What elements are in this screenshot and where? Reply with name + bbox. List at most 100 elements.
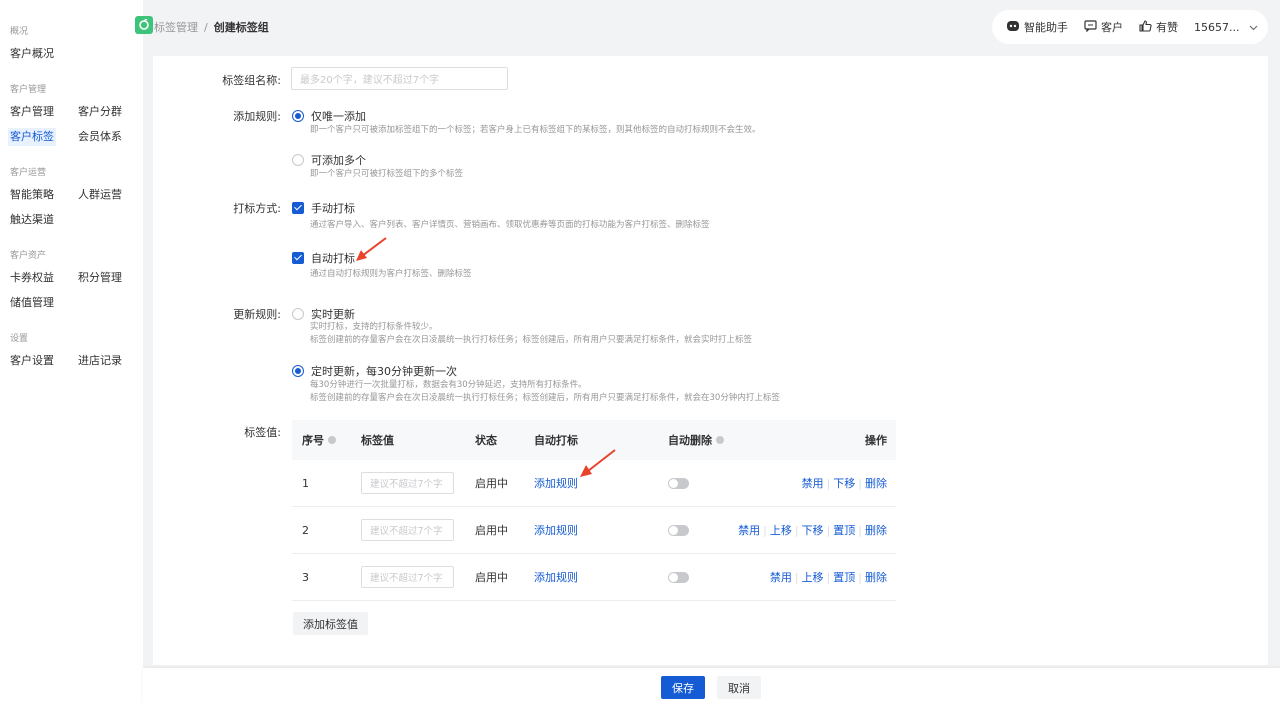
chat-icon [1084, 19, 1097, 35]
action-divider: | [763, 523, 767, 537]
radio-unchecked-icon [292, 308, 304, 320]
update-rule-label: 更新规则: [233, 308, 281, 321]
sidebar-item-membership[interactable]: 会员体系 [76, 128, 124, 146]
move-down-link[interactable]: 下移 [833, 475, 855, 491]
tag-group-name-input[interactable]: 最多20个字，建议不超过7个字 [291, 67, 508, 90]
column-auto-tag: 自动打标 [534, 434, 578, 447]
sidebar-item-audience-operations[interactable]: 人群运营 [76, 186, 124, 204]
sidebar-item-coupons[interactable]: 卡券权益 [8, 269, 56, 287]
add-rule-link[interactable]: 添加规则 [534, 522, 578, 538]
sidebar-item-customer-management[interactable]: 客户管理 [8, 103, 56, 121]
sidebar-item-store-visits[interactable]: 进店记录 [76, 352, 124, 370]
add-rule-multiple-hint: 即一个客户只可被打标签组下的多个标签 [310, 169, 464, 179]
manual-tag-label: 手动打标 [311, 202, 355, 215]
checkbox-checked-icon [292, 202, 304, 214]
auto-delete-switch[interactable] [668, 571, 689, 583]
action-divider: | [858, 570, 862, 584]
sidebar-group-overview: 概况 [10, 27, 29, 37]
breadcrumb-parent-link[interactable]: 标签管理 [154, 21, 198, 34]
auto-tag-checkbox[interactable]: 自动打标 [292, 250, 355, 266]
add-rule-unique-radio[interactable]: 仅唯一添加 [292, 108, 366, 124]
auto-delete-switch[interactable] [668, 477, 689, 489]
manual-tag-hint: 通过客户导入、客户列表、客户详情页、营销画布、领取优惠券等页面的打标功能为客户打… [310, 220, 710, 230]
app-logo-icon [135, 16, 153, 34]
action-divider: | [794, 570, 799, 584]
move-down-link[interactable]: 下移 [802, 522, 824, 538]
account-label: 15657... [1194, 20, 1240, 34]
realtime-update-label: 实时更新 [311, 308, 355, 321]
delete-link[interactable]: 删除 [865, 522, 887, 538]
sidebar-item-customer-tags[interactable]: 客户标签 [8, 128, 56, 146]
radio-checked-icon [292, 110, 304, 122]
tag-value-cell: 建议不超过7个字 [361, 507, 454, 553]
pin-top-link[interactable]: 置顶 [833, 522, 855, 538]
sidebar-item-reach-channels[interactable]: 触达渠道 [8, 211, 56, 229]
youzan-button[interactable]: 有赞 [1139, 19, 1178, 35]
auto-delete-switch[interactable] [668, 524, 689, 536]
add-tag-value-button[interactable]: 添加标签值 [293, 612, 368, 635]
manual-tag-checkbox[interactable]: 手动打标 [292, 200, 355, 216]
smart-assistant-button[interactable]: 智能助手 [1006, 19, 1068, 35]
table-row: 3 建议不超过7个字 启用中 添加规则 禁用 | 上移 | 置顶 | 删除 [292, 554, 896, 601]
sidebar-item-customer-overview[interactable]: 客户概况 [8, 45, 56, 63]
disable-link[interactable]: 禁用 [770, 569, 792, 585]
add-rule-link[interactable]: 添加规则 [534, 475, 578, 491]
sidebar-item-smart-strategy[interactable]: 智能策略 [8, 186, 56, 204]
scheduled-update-hint-2: 标签创建前的存量客户会在次日凌晨统一执行打标任务；标签创建后，所有用户只要满足打… [310, 393, 780, 403]
chevron-down-icon [1249, 21, 1258, 34]
realtime-update-hint-2: 标签创建前的存量客户会在次日凌晨统一执行打标任务；标签创建后，所有用户只要满足打… [310, 335, 753, 345]
move-up-link[interactable]: 上移 [770, 522, 792, 538]
disable-link[interactable]: 禁用 [738, 522, 760, 538]
delete-link[interactable]: 删除 [865, 475, 887, 491]
move-up-link[interactable]: 上移 [802, 569, 824, 585]
info-icon[interactable] [716, 436, 724, 444]
footer-bar [143, 668, 1280, 704]
radio-checked-icon [292, 365, 304, 377]
sidebar-group-customer-management: 客户管理 [10, 85, 47, 95]
sidebar-group-customer-operations: 客户运营 [10, 168, 47, 178]
tag-value-placeholder: 建议不超过7个字 [370, 526, 443, 537]
save-button[interactable]: 保存 [661, 676, 705, 699]
customer-service-label: 客户 [1101, 21, 1123, 34]
add-rule-multiple-label: 可添加多个 [311, 154, 366, 167]
robot-icon [1006, 20, 1020, 35]
header-toolbar: 智能助手 客户 有赞 15657... [992, 10, 1268, 44]
sidebar-item-stored-value[interactable]: 储值管理 [8, 294, 56, 312]
tag-values-label: 标签值: [244, 426, 281, 439]
customer-service-button[interactable]: 客户 [1084, 19, 1123, 35]
status-text: 启用中 [475, 571, 508, 584]
smart-assistant-label: 智能助手 [1024, 21, 1068, 34]
annotation-arrow-icon [356, 237, 387, 261]
row-index: 1 [302, 476, 309, 490]
sidebar-group-customer-assets: 客户资产 [10, 251, 47, 261]
cancel-button[interactable]: 取消 [717, 676, 761, 699]
add-rule-multiple-radio[interactable]: 可添加多个 [292, 152, 366, 168]
column-auto-delete: 自动删除 [668, 420, 724, 460]
sidebar-group-settings: 设置 [10, 334, 29, 344]
add-rule-label: 添加规则: [233, 110, 281, 123]
radio-unchecked-icon [292, 154, 304, 166]
add-rule-link[interactable]: 添加规则 [534, 569, 578, 585]
sidebar-item-points[interactable]: 积分管理 [76, 269, 124, 287]
action-divider: | [826, 570, 831, 584]
account-menu[interactable]: 15657... [1194, 21, 1258, 34]
info-icon[interactable] [328, 436, 336, 444]
column-index-label: 序号 [302, 434, 324, 447]
action-divider: | [858, 476, 862, 490]
realtime-update-radio[interactable]: 实时更新 [292, 306, 355, 322]
tag-value-input[interactable]: 建议不超过7个字 [361, 519, 454, 541]
row-index: 3 [302, 570, 309, 584]
scheduled-update-radio[interactable]: 定时更新，每30分钟更新一次 [292, 363, 457, 379]
tag-value-input[interactable]: 建议不超过7个字 [361, 472, 454, 494]
sidebar-item-customer-settings[interactable]: 客户设置 [8, 352, 56, 370]
tag-group-name-placeholder: 最多20个字，建议不超过7个字 [300, 75, 440, 86]
tag-value-cell: 建议不超过7个字 [361, 554, 454, 600]
tag-value-input[interactable]: 建议不超过7个字 [361, 566, 454, 588]
action-divider: | [794, 523, 799, 537]
disable-link[interactable]: 禁用 [802, 475, 824, 491]
annotation-arrow-icon [580, 449, 616, 477]
sidebar-item-customer-segments[interactable]: 客户分群 [76, 103, 124, 121]
auto-delete-cell [668, 554, 689, 600]
delete-link[interactable]: 删除 [865, 569, 887, 585]
pin-top-link[interactable]: 置顶 [833, 569, 855, 585]
